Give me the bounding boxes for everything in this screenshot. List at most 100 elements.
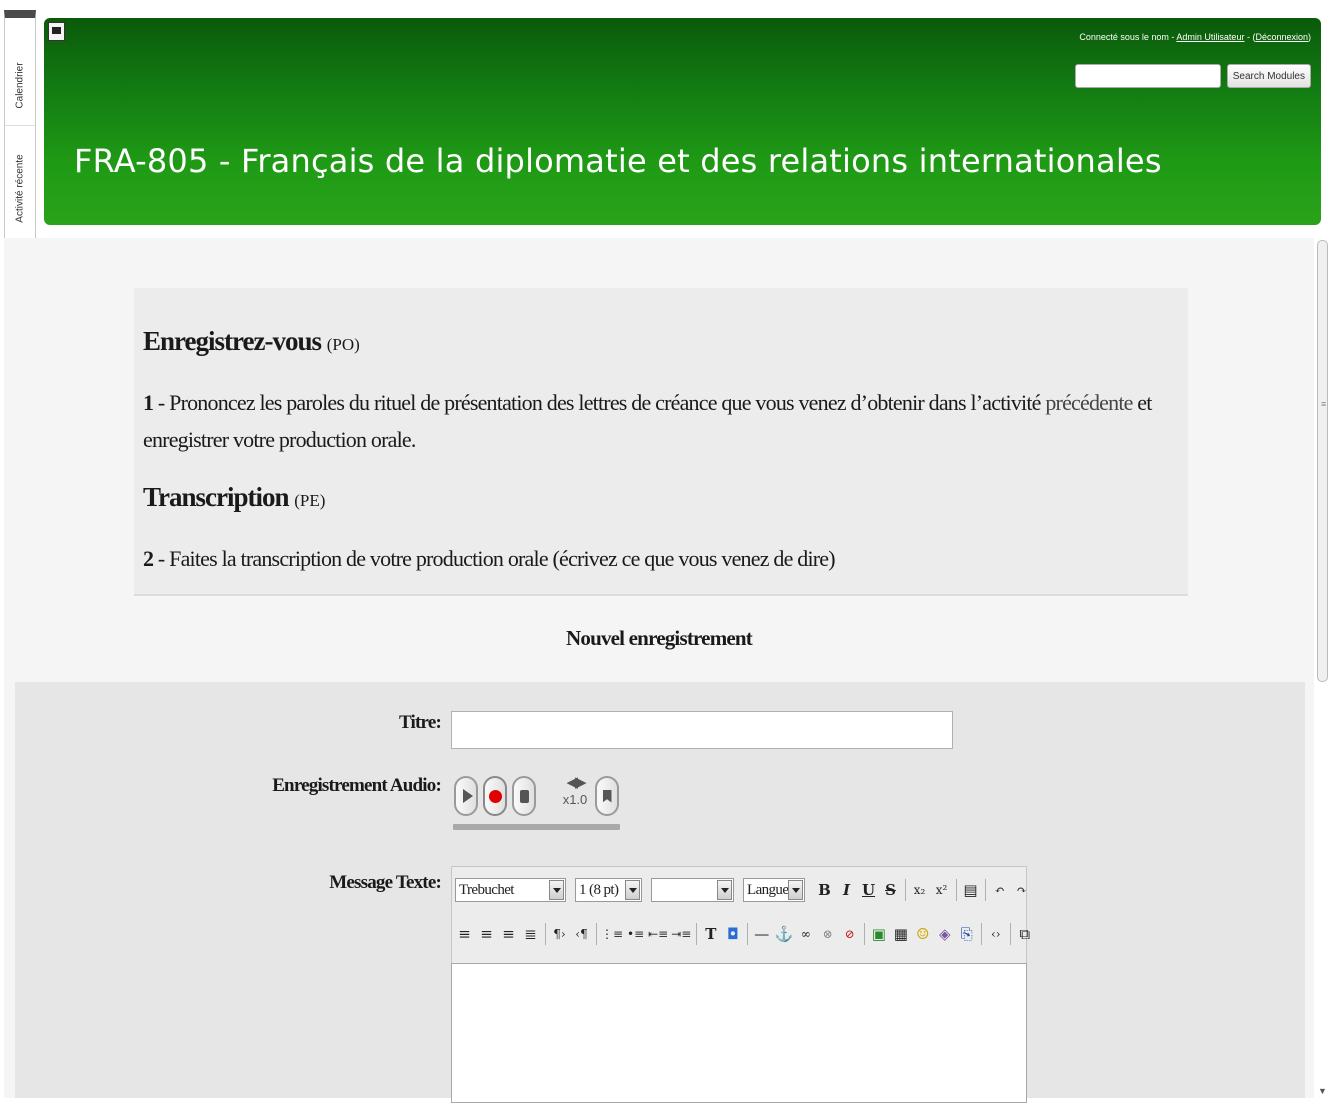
heading2-tag: (PE) <box>294 491 326 510</box>
align-left-icon[interactable]: ≡ <box>455 922 474 946</box>
instructions-box: Enregistrez-vous (PO) 1 - Prononcez les … <box>134 288 1188 596</box>
toolbar-separator <box>864 923 866 945</box>
speed-icon: ◀▶ <box>566 774 586 791</box>
horizontal-rule-icon[interactable]: — <box>752 922 771 946</box>
search-modules-button[interactable]: Search Modules <box>1226 64 1311 88</box>
login-suffix: ) <box>1308 32 1311 42</box>
unlink-icon[interactable]: ⊗ <box>818 922 837 946</box>
step2-number: 2 <box>143 546 154 571</box>
toolbar-separator <box>1010 923 1012 945</box>
dock-icon[interactable] <box>48 22 65 41</box>
scroll-down-icon[interactable]: ▼ <box>1318 1086 1327 1096</box>
audio-progress-bar[interactable] <box>453 824 620 830</box>
style-select[interactable] <box>651 878 734 902</box>
align-center-icon[interactable]: ≡ <box>477 922 496 946</box>
align-right-icon[interactable]: ≡ <box>499 922 518 946</box>
tab-calendrier-label: Calendrier <box>14 62 26 109</box>
stop-icon <box>519 789 529 803</box>
step2-text: - Faites la transcription de votre produ… <box>153 546 836 571</box>
heading1-text: Enregistrez-vous <box>143 326 322 356</box>
course-header: Connecté sous le nom - Admin Utilisateur… <box>44 18 1321 225</box>
fullscreen-icon[interactable]: ⧉ <box>1015 922 1034 946</box>
toolbar-separator <box>545 923 546 945</box>
outdent-icon[interactable]: ⇤≡ <box>648 922 668 946</box>
special-char-icon[interactable]: ◈ <box>935 922 954 946</box>
logout-link[interactable]: Déconnexion <box>1255 32 1308 42</box>
superscript-icon[interactable]: x² <box>932 878 951 902</box>
stop-button[interactable] <box>512 776 536 816</box>
user-link[interactable]: Admin Utilisateur <box>1176 32 1244 42</box>
message-label: Message Texte: <box>329 872 442 893</box>
link-icon[interactable]: ∞ <box>796 922 815 946</box>
editor-toolbar-row-1: Trebuchet 1 (8 pt) Langue B I U S x₂ x² <box>455 875 1034 905</box>
toolbar-separator <box>747 923 749 945</box>
search-bar: Search Modules <box>1074 64 1311 88</box>
paste-word-icon[interactable]: ▤ <box>961 878 980 902</box>
speed-control[interactable]: ◀▶ x1.0 <box>559 774 591 818</box>
text-color-icon[interactable]: T <box>701 922 720 946</box>
bold-icon[interactable]: B <box>815 878 834 902</box>
font-size-select[interactable]: 1 (8 pt) <box>575 878 642 902</box>
font-size-value: 1 (8 pt) <box>579 881 619 898</box>
toolbar-separator <box>905 879 906 901</box>
nolink-icon[interactable]: ⊘ <box>840 922 859 946</box>
background-color-icon[interactable]: ◘ <box>723 922 742 946</box>
editor-text-area[interactable] <box>451 963 1027 1103</box>
toolbar-separator <box>981 923 983 945</box>
rtl-icon[interactable]: ‹¶ <box>572 922 591 946</box>
indent-icon[interactable]: ⇥≡ <box>671 922 691 946</box>
title-label: Titre: <box>399 712 442 733</box>
italic-icon[interactable]: I <box>837 878 856 902</box>
undo-icon[interactable]: ↶ <box>990 878 1009 902</box>
recording-form: Titre: Enregistrement Audio: ◀▶ x1.0 Mes… <box>15 682 1305 1103</box>
redo-icon[interactable]: ↷ <box>1012 878 1031 902</box>
html-source-icon[interactable]: ‹› <box>986 922 1005 946</box>
chevron-down-icon <box>788 880 803 900</box>
scrollbar-thumb[interactable]: ≡ <box>1317 240 1328 682</box>
chevron-down-icon <box>717 880 732 900</box>
search-input[interactable] <box>1074 64 1221 88</box>
anchor-icon[interactable]: ⚓ <box>774 922 793 946</box>
tab-activite-recente-label: Activité récente <box>14 153 26 223</box>
page-scrollbar[interactable]: ≡ ▼ <box>1314 238 1331 1098</box>
chevron-down-icon <box>549 880 564 900</box>
underline-icon[interactable]: U <box>859 878 878 902</box>
language-select[interactable]: Langue <box>743 878 805 902</box>
ordered-list-icon[interactable]: ⋮≡ <box>601 922 623 946</box>
tab-calendrier[interactable]: Calendrier <box>5 46 35 126</box>
strikethrough-icon[interactable]: S <box>881 878 900 902</box>
section-title: Nouvel enregistrement <box>566 626 753 650</box>
toolbar-separator <box>985 879 986 901</box>
tab-activite-recente[interactable]: Activité récente <box>5 138 35 238</box>
font-family-value: Trebuchet <box>459 881 514 898</box>
justify-icon[interactable]: ≣ <box>521 922 540 946</box>
title-input[interactable] <box>451 711 953 749</box>
login-info: Connecté sous le nom - Admin Utilisateur… <box>1079 32 1311 42</box>
subscript-icon[interactable]: x₂ <box>910 878 929 902</box>
login-prefix: Connecté sous le nom - <box>1079 32 1177 42</box>
step1-link: précédente <box>1045 390 1133 415</box>
play-button[interactable] <box>454 776 478 816</box>
save-recording-button[interactable] <box>595 776 619 816</box>
step1-text: - Prononcez les paroles du rituel de pré… <box>153 390 1046 415</box>
toolbar-separator <box>696 923 698 945</box>
toolbar-separator <box>956 879 957 901</box>
audio-label: Enregistrement Audio: <box>272 775 442 796</box>
search-replace-icon[interactable]: ⎘ <box>957 922 976 946</box>
speed-value: x1.0 <box>562 792 588 807</box>
toolbar-separator <box>596 923 597 945</box>
smiley-icon[interactable]: ☺ <box>913 922 932 946</box>
font-family-select[interactable]: Trebuchet <box>455 878 566 902</box>
save-icon <box>602 789 612 803</box>
step1-number: 1 <box>143 390 154 415</box>
table-icon[interactable]: ▦ <box>891 922 910 946</box>
image-icon[interactable]: ▣ <box>869 922 888 946</box>
language-value: Langue <box>747 881 789 898</box>
heading-enregistrez-vous: Enregistrez-vous (PO) <box>143 326 360 357</box>
record-button[interactable] <box>483 776 507 816</box>
heading-transcription: Transcription (PE) <box>143 482 325 513</box>
course-title: FRA-805 - Français de la diplomatie et d… <box>74 142 1162 180</box>
ltr-icon[interactable]: ¶› <box>550 922 569 946</box>
unordered-list-icon[interactable]: •≡ <box>626 922 645 946</box>
side-tabs: Calendrier Activité récente <box>4 10 36 238</box>
